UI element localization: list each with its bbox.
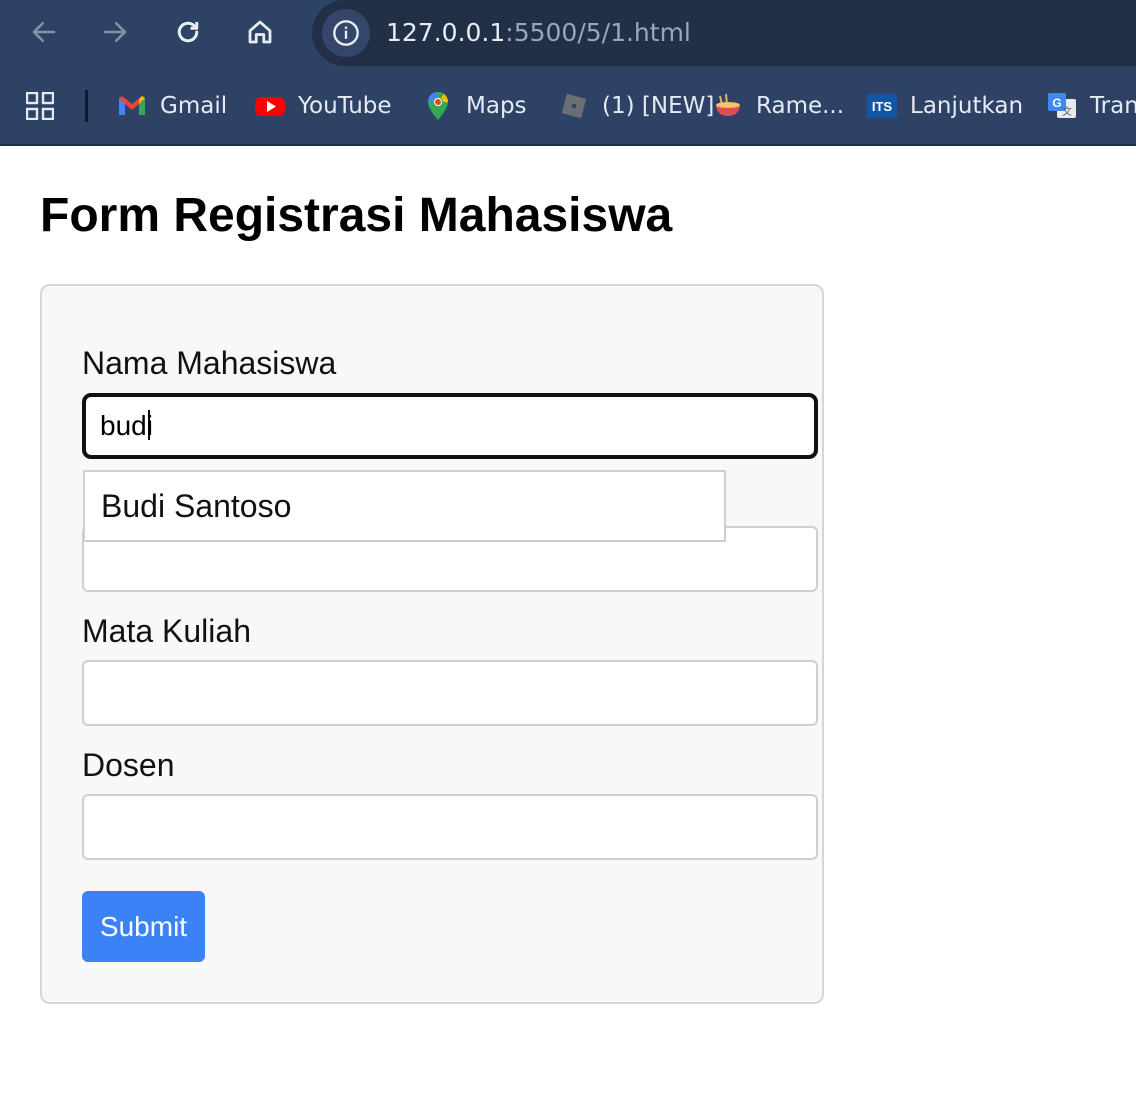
nama-mahasiswa-label: Nama Mahasiswa bbox=[82, 345, 337, 381]
bookmark-label: Gmail bbox=[160, 93, 228, 119]
url-text[interactable]: 127.0.0.1:5500/5/1.html bbox=[386, 16, 691, 50]
bookmark-label: Lanjutkan bbox=[910, 93, 1024, 119]
bookmark-ramen[interactable]: Rame... bbox=[712, 86, 844, 126]
submit-button[interactable]: Submit bbox=[82, 891, 205, 962]
home-button[interactable] bbox=[237, 9, 283, 55]
dosen-label: Dosen bbox=[82, 747, 175, 783]
home-icon bbox=[248, 20, 272, 44]
bookmark-translate[interactable]: G文 Tran bbox=[1046, 86, 1136, 126]
svg-text:G: G bbox=[1052, 96, 1061, 110]
bookmark-its[interactable]: ITS Lanjutkan bbox=[866, 86, 1023, 126]
translate-icon: G文 bbox=[1046, 90, 1078, 122]
bookmark-label: Tran bbox=[1090, 93, 1136, 119]
bookmark-label: Maps bbox=[466, 93, 527, 119]
forward-button[interactable] bbox=[92, 9, 138, 55]
autocomplete-option[interactable]: Budi Santoso bbox=[101, 488, 291, 525]
reload-button[interactable] bbox=[165, 9, 211, 55]
text-caret bbox=[148, 410, 150, 440]
back-button[interactable] bbox=[21, 9, 67, 55]
bookmark-youtube[interactable]: YouTube bbox=[254, 86, 392, 126]
roblox-icon bbox=[558, 90, 590, 122]
bookmark-roblox[interactable]: (1) [NEW] bbox=[558, 86, 714, 126]
bookmarks-separator bbox=[85, 90, 88, 122]
mata-kuliah-label: Mata Kuliah bbox=[82, 613, 251, 649]
url-path: :5500/5/1.html bbox=[505, 18, 691, 47]
page-title: Form Registrasi Mahasiswa bbox=[40, 189, 673, 242]
reload-icon bbox=[177, 21, 199, 43]
mata-kuliah-input[interactable] bbox=[82, 660, 818, 726]
nama-mahasiswa-input[interactable] bbox=[82, 393, 818, 459]
gmail-icon bbox=[116, 90, 148, 122]
its-icon: ITS bbox=[866, 90, 898, 122]
arrow-left-icon bbox=[32, 22, 56, 42]
svg-text:文: 文 bbox=[1062, 105, 1072, 118]
bookmark-label: (1) [NEW] bbox=[602, 93, 715, 119]
bookmark-label: YouTube bbox=[298, 93, 392, 119]
youtube-icon bbox=[254, 90, 286, 122]
dosen-input[interactable] bbox=[82, 794, 818, 860]
apps-grid-icon[interactable] bbox=[26, 92, 54, 120]
bookmark-label: Rame... bbox=[756, 93, 845, 119]
bookmark-gmail[interactable]: Gmail bbox=[116, 86, 227, 126]
autocomplete-dropdown: Budi Santoso bbox=[83, 470, 726, 542]
maps-icon bbox=[422, 90, 454, 122]
site-info-button[interactable] bbox=[322, 9, 370, 57]
arrow-right-icon bbox=[103, 22, 127, 42]
bookmark-maps[interactable]: Maps bbox=[422, 86, 527, 126]
svg-text:ITS: ITS bbox=[872, 99, 893, 114]
bookmarks-bar: Gmail YouTube Maps (1) [NEW] Rame... ITS… bbox=[0, 66, 1136, 146]
info-icon bbox=[333, 20, 359, 46]
ramen-icon bbox=[712, 90, 744, 122]
browser-toolbar: 127.0.0.1:5500/5/1.html bbox=[0, 0, 1136, 66]
url-host: 127.0.0.1 bbox=[386, 18, 506, 47]
